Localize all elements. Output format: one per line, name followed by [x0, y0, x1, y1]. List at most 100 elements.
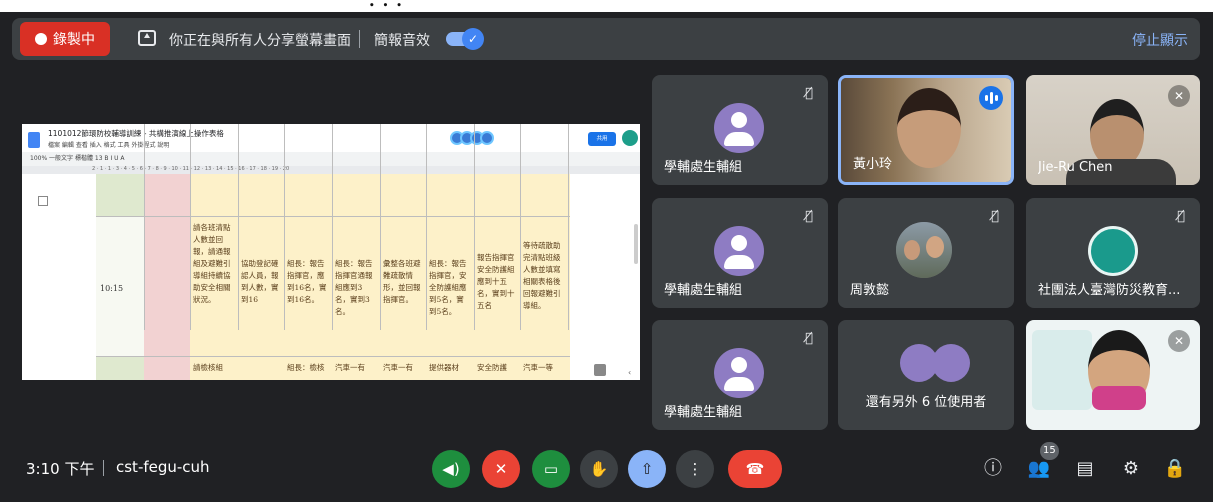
avatar [714, 226, 764, 276]
participant-name: 學輔處生輔組 [664, 283, 743, 298]
mic-off-icon: ✕ [1168, 85, 1190, 107]
raise-hand-button[interactable]: ✋ [580, 450, 618, 488]
doc-share-button: 共用 [588, 132, 616, 146]
table-cell: 汽車一有 [335, 363, 365, 372]
meeting-code: cst-fegu-cuh [116, 458, 210, 476]
table-cell: 請各班清點人數並回報，請通報組及避難引導組持續協助安全相關狀況。 [193, 223, 231, 304]
docs-icon [28, 132, 40, 148]
participant-name: 學輔處生輔組 [664, 405, 743, 420]
participant-tile[interactable]: 🎙̸ 學輔處生輔組 [652, 198, 828, 308]
meeting-time: 3:10 下午 [26, 460, 95, 478]
table-cell: 報告指揮官安全防護組應到十五名，實到十五名 [477, 253, 515, 310]
caption-text: ... [368, 0, 409, 12]
sharing-status-text: 你正在與所有人分享螢幕畫面 [169, 33, 351, 49]
camera-icon: ▭ [543, 460, 559, 478]
others-avatars [894, 344, 974, 384]
table-col-line [332, 124, 333, 330]
participant-tile[interactable]: ✕ [1026, 320, 1200, 430]
divider [359, 30, 360, 48]
presentation-sound-label: 簡報音效 [374, 33, 430, 49]
participant-name: 周敦懿 [850, 283, 890, 298]
table-column-pink [144, 174, 190, 380]
table-row-line [96, 216, 570, 217]
participant-tile[interactable]: 🎙̸ 學輔處生輔組 [652, 75, 828, 185]
raise-hand-icon: ✋ [589, 460, 609, 478]
present-now-icon: ⇧ [640, 460, 654, 478]
mic-off-icon: 🎙̸ [991, 209, 999, 224]
recording-indicator[interactable]: 錄製中 [20, 22, 110, 56]
participant-tile[interactable]: 🎙̸ 社團法人臺灣防災教育... [1026, 198, 1200, 308]
table-cell: 安全防護 [477, 363, 507, 372]
table-col-line [238, 124, 239, 330]
avatar [714, 348, 764, 398]
recording-label: 錄製中 [53, 32, 95, 48]
shared-screen: 1101012節環防校輔導訓練 - 共構推演線上操作表格 檔案 編輯 查看 插入… [22, 124, 640, 380]
doc-toolbar: 100% 一般文字 標楷體 13 B I U A [22, 152, 640, 166]
record-dot-icon [35, 33, 47, 45]
host-controls-icon[interactable]: 🔒 [1162, 456, 1188, 482]
table-cell-time: 10:15 [100, 284, 124, 293]
chevron-right-icon: ‹ [628, 368, 632, 377]
participant-tile[interactable]: 🎙̸ 周敦懿 [838, 198, 1014, 308]
table-cell: 組長：報告指揮官，安全防護組應到5名，實到5名。 [429, 259, 467, 316]
toggle-check-icon: ✓ [462, 28, 484, 50]
outline-icon [38, 196, 48, 206]
more-options-button[interactable]: ⋮ [676, 450, 714, 488]
mask [1092, 386, 1146, 410]
divider [103, 460, 104, 476]
organization-logo [1088, 226, 1138, 276]
explore-icon [594, 364, 606, 376]
participant-video [897, 88, 961, 168]
table-cell: 組長：報告指揮官通報組應到3名，實到3名。 [335, 259, 373, 316]
mic-off-icon: ✕ [494, 460, 508, 478]
mic-off-icon: 🎙̸ [805, 86, 813, 101]
table-cell: 組長：報告指揮官，應到16名，實到16名。 [287, 259, 327, 304]
table-col-line [520, 124, 521, 330]
table-cell: 汽車一等 [523, 363, 553, 372]
avatar [896, 222, 952, 278]
activities-icon[interactable]: ⚙ [1118, 456, 1144, 482]
speaking-icon [979, 86, 1003, 110]
mic-button[interactable]: ◀) [432, 450, 470, 488]
doc-scrollbar [634, 224, 638, 264]
table-cell: 組長：檢核 [287, 363, 325, 372]
participant-name: Jie-Ru Chen [1038, 160, 1113, 175]
avatar [714, 103, 764, 153]
more-options-icon: ⋮ [687, 460, 703, 478]
table-col-line [190, 124, 191, 330]
presentation-bar: 錄製中 你正在與所有人分享螢幕畫面 簡報音效 ✓ 停止顯示 [12, 18, 1200, 60]
hang-up-button[interactable]: ☎ [728, 450, 782, 488]
participant-name: 黃小玲 [853, 157, 893, 172]
table-cell: 彙整各班避難疏散情形，並回報指揮官。 [383, 259, 421, 304]
mic-icon: ◀) [442, 460, 460, 478]
info-icon[interactable]: ⓘ [980, 456, 1006, 482]
participant-name: 社團法人臺灣防災教育... [1038, 283, 1181, 298]
mic-toggle-button[interactable]: ✕ [482, 450, 520, 488]
caption-strip: ... [0, 0, 1213, 12]
table-cell: 請檢核組 [193, 363, 223, 372]
poster-background [1032, 330, 1092, 410]
doc-ruler: 2 · 1 · 1 · 3 · 4 · 5 · 6 · 7 · 8 · 9 · … [22, 166, 640, 174]
others-count-text: 還有另外 6 位使用者 [865, 395, 987, 410]
camera-button[interactable]: ▭ [532, 450, 570, 488]
stop-presenting-button[interactable]: 停止顯示 [1132, 30, 1188, 50]
mic-off-icon: 🎙̸ [1177, 209, 1185, 224]
present-icon [138, 30, 156, 46]
mic-off-icon: ✕ [1168, 330, 1190, 352]
participant-tile[interactable]: 🎙̸ 學輔處生輔組 [652, 320, 828, 430]
table-col-line [144, 124, 145, 330]
participant-tile[interactable]: ✕ Jie-Ru Chen [1026, 75, 1200, 185]
doc-menu: 檔案 編輯 查看 插入 格式 工具 外掛程式 說明 [48, 142, 170, 149]
table-col-line [284, 124, 285, 330]
table-row-line [96, 356, 570, 357]
others-tile[interactable]: 還有另外 6 位使用者 [838, 320, 1014, 430]
doc-collaborators [450, 130, 512, 146]
table-col-line [380, 124, 381, 330]
table-cell: 等待疏散助完清點班級人數並填寫相關表格後回報避難引導組。 [523, 241, 561, 310]
presentation-sound-toggle[interactable]: ✓ [446, 28, 484, 50]
present-now-button[interactable]: ⇧ [628, 450, 666, 488]
doc-title: 1101012節環防校輔導訓練 - 共構推演線上操作表格 [48, 129, 224, 138]
table-cell: 汽車一有 [383, 363, 413, 372]
chat-icon[interactable]: ▤ [1072, 456, 1098, 482]
participant-tile-speaking[interactable]: 黃小玲 [838, 75, 1014, 185]
